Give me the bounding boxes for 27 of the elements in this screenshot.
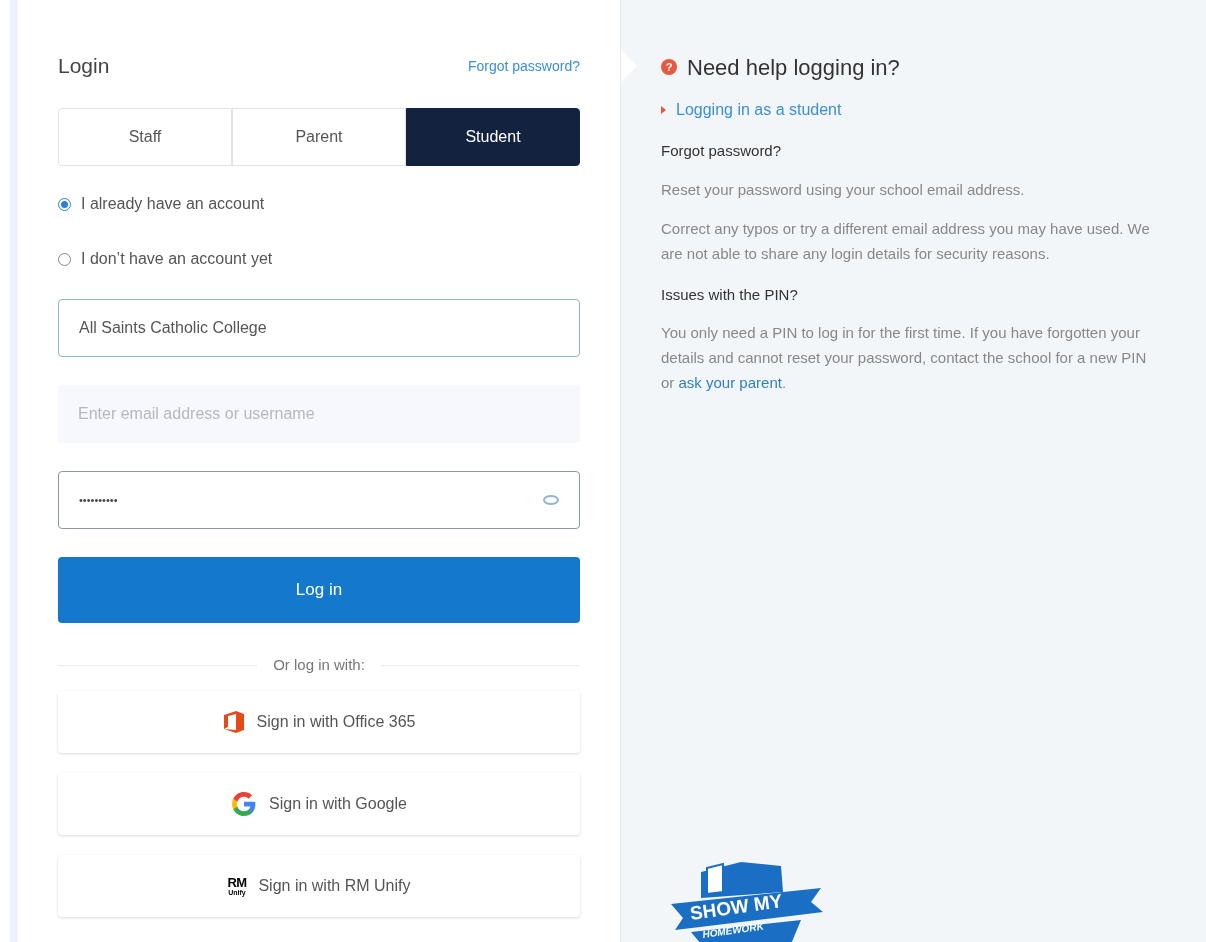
help-icon: ? [661, 59, 677, 75]
role-tab[interactable]: Parent [232, 108, 406, 166]
ask-parent-link[interactable]: ask your parent [678, 374, 782, 391]
role-tab[interactable]: Student [406, 108, 580, 166]
username-field[interactable]: Enter email address or username [58, 385, 580, 443]
sso-button[interactable]: Sign in with Google [58, 773, 580, 835]
password-field[interactable]: •••••••••• [58, 471, 580, 529]
office-icon [222, 710, 245, 734]
school-field[interactable]: All Saints Catholic College [58, 299, 580, 357]
login-button[interactable]: Log in [58, 557, 580, 623]
account-radio-option[interactable]: I don’t have an account yet [58, 247, 580, 271]
help-title: Need help logging in? [687, 53, 900, 82]
help-heading: Forgot password? [661, 141, 783, 161]
caret-icon [661, 106, 666, 114]
login-title: Login [58, 53, 110, 80]
forgot-password-link[interactable]: Forgot password? [467, 55, 580, 77]
role-tab[interactable]: Staff [58, 108, 232, 166]
eye-icon[interactable] [543, 495, 559, 505]
google-icon [231, 791, 258, 817]
divider-label: Or log in with: [273, 654, 365, 675]
show-my-homework-logo: SHOW MY HOMEWORK [661, 852, 831, 942]
help-paragraph: Correct any typos or try a different email address you may have used. We are not able to share any login details for security reasons. [661, 218, 1151, 264]
help-paragraph: You only need a PIN to log in for the first time. If you have forgotten your details and cannot reset your password, contact the school for a new PIN or ask your parent. [661, 323, 1148, 393]
help-heading: Issues with the PIN? [661, 284, 799, 305]
sso-button[interactable]: Sign in with Office 365 [58, 691, 580, 753]
account-radio-option[interactable]: I already have an account [58, 192, 580, 216]
help-paragraph: Reset your password using your school email address. [661, 179, 1026, 200]
